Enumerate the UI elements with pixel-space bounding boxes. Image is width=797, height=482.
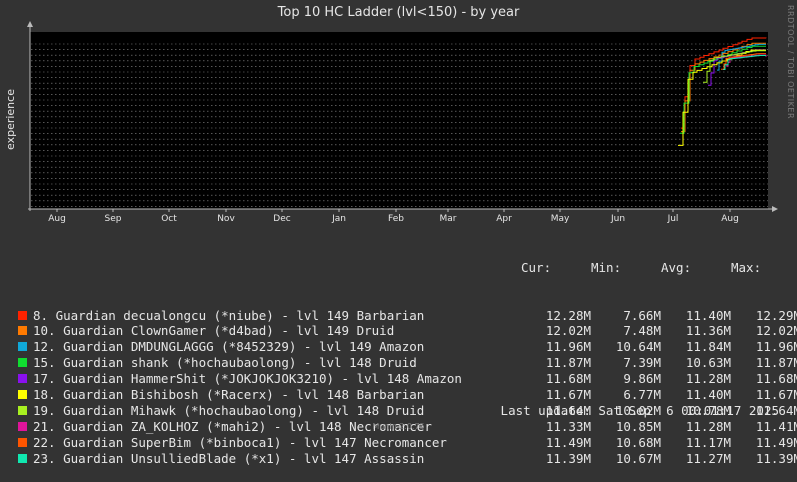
legend-swatch	[18, 437, 27, 447]
x-tick-label: Oct	[161, 214, 177, 224]
legend-max-value: 12.29M	[755, 307, 797, 323]
legend-item: 22. Guardian SuperBim (*binboca1) - lvl …	[18, 434, 797, 451]
legend-label: 18. Guardian Bishibosh (*Racerx) - lvl 1…	[33, 386, 425, 402]
legend-avg-value: 11.27M	[685, 450, 731, 466]
legend-item: 12. Guardian DMDUNGLAGGG (*8452329) - lv…	[18, 339, 797, 355]
legend-max-value: 11.39M	[755, 450, 797, 466]
x-tick-label: Jul	[667, 214, 679, 224]
legend-swatch	[18, 389, 27, 399]
legend-label: 22. Guardian SuperBim (*binboca1) - lvl …	[33, 434, 447, 450]
x-axis-arrow	[772, 206, 778, 212]
legend-cur-value: 11.68M	[545, 371, 591, 387]
header-min: Min:	[591, 259, 622, 275]
x-tick-label: Aug	[721, 214, 739, 224]
legend-label: 23. Guardian UnsulliedBlade (*x1) - lvl …	[33, 450, 425, 466]
plot-area: Aug Sep Oct Nov Dec Jan Feb Mar Apr May Jun Jul Aug	[27, 21, 778, 224]
x-tick-label: Mar	[440, 214, 457, 224]
legend-avg-value: 10.63M	[685, 355, 731, 371]
x-tick-label: Sep	[105, 214, 122, 224]
legend-max-value: 11.68M	[755, 371, 797, 387]
legend-swatch	[18, 374, 27, 384]
legend-cur-value: 11.49M	[545, 434, 591, 450]
x-tick-label: Feb	[388, 214, 404, 224]
legend-item: 8. Guardian decualongcu (*niube) - lvl 1…	[18, 307, 797, 324]
legend-swatch	[18, 326, 27, 336]
legend-item: 17. Guardian HammerShit (*JOKJOKJOK3210)…	[18, 371, 797, 387]
x-axis-ticks: Aug Sep Oct Nov Dec Jan Feb Mar Apr May Jun Jul Aug	[48, 209, 739, 224]
legend-max-value: 12.02M	[755, 323, 797, 339]
header-max: Max:	[731, 259, 762, 275]
legend-label: 19. Guardian Mihawk (*hochaubaolong) - l…	[33, 402, 425, 418]
legend-cur-value: 11.39M	[545, 450, 591, 466]
header-cur: Cur:	[521, 259, 552, 275]
legend-max-value: 11.67M	[755, 386, 797, 402]
legend-avg-value: 11.40M	[685, 386, 731, 402]
legend-avg-value: 11.84M	[685, 339, 731, 355]
legend-max-value: 11.96M	[755, 339, 797, 355]
legend-label: 15. Guardian shank (*hochaubaolong) - lv…	[33, 355, 417, 371]
legend-item: 18. Guardian Bishibosh (*Racerx) - lvl 1…	[18, 386, 797, 403]
legend-min-value: 7.48M	[623, 323, 661, 339]
legend-swatch	[18, 453, 27, 463]
y-axis-arrow	[27, 21, 33, 27]
legend-avg-value: 11.28M	[685, 371, 731, 387]
legend-min-value: 9.86M	[623, 371, 661, 387]
legend-item: 10. Guardian ClownGamer (*d4bad) - lvl 1…	[18, 323, 797, 339]
x-tick-label: May	[551, 214, 570, 224]
legend: Cur: Min: Avg: Max: 8. Guardian decualon…	[18, 228, 797, 482]
legend-item: 23. Guardian UnsulliedBlade (*x1) - lvl …	[18, 450, 797, 467]
legend-label: 8. Guardian decualongcu (*niube) - lvl 1…	[33, 307, 425, 323]
legend-header: Cur: Min: Avg: Max:	[18, 260, 788, 276]
legend-cur-value: 11.96M	[545, 339, 591, 355]
legend-max-value: 11.49M	[755, 434, 797, 450]
legend-cur-value: 12.02M	[545, 323, 591, 339]
legend-label: 17. Guardian HammerShit (*JOKJOKJOK3210)…	[33, 371, 462, 387]
legend-swatch	[18, 342, 27, 352]
x-tick-label: Nov	[217, 214, 235, 224]
legend-avg-value: 11.40M	[685, 307, 731, 323]
plot-background	[30, 32, 768, 209]
legend-swatch	[18, 405, 27, 415]
legend-avg-value: 11.36M	[685, 323, 731, 339]
last-update: Last update: Sat Sep 6 00:01:17 2025	[500, 403, 779, 418]
legend-avg-value: 11.17M	[685, 434, 731, 450]
legend-label: 10. Guardian ClownGamer (*d4bad) - lvl 1…	[33, 323, 395, 339]
x-tick-label: Dec	[273, 214, 290, 224]
legend-label: 12. Guardian DMDUNGLAGGG (*8452329) - lv…	[33, 339, 425, 355]
legend-cur-value: 12.28M	[545, 307, 591, 323]
legend-cur-value: 11.67M	[545, 386, 591, 402]
x-tick-label: Aug	[48, 214, 66, 224]
legend-min-value: 7.39M	[623, 355, 661, 371]
legend-swatch	[18, 358, 27, 368]
legend-item: 15. Guardian shank (*hochaubaolong) - lv…	[18, 355, 797, 371]
legend-min-value: 10.68M	[615, 434, 661, 450]
munin-version: Munin 2.0.75	[372, 422, 425, 431]
legend-rows: 8. Guardian decualongcu (*niube) - lvl 1…	[18, 307, 797, 467]
x-tick-label: Apr	[496, 214, 512, 224]
x-tick-label: Jun	[610, 214, 625, 224]
legend-min-value: 7.66M	[623, 307, 661, 323]
legend-min-value: 6.77M	[623, 386, 661, 402]
legend-max-value: 11.87M	[755, 355, 797, 371]
x-tick-label: Jan	[331, 214, 346, 224]
legend-min-value: 10.64M	[615, 339, 661, 355]
legend-min-value: 10.67M	[615, 450, 661, 466]
legend-cur-value: 11.87M	[545, 355, 591, 371]
header-avg: Avg:	[661, 259, 692, 275]
legend-swatch	[18, 310, 27, 320]
